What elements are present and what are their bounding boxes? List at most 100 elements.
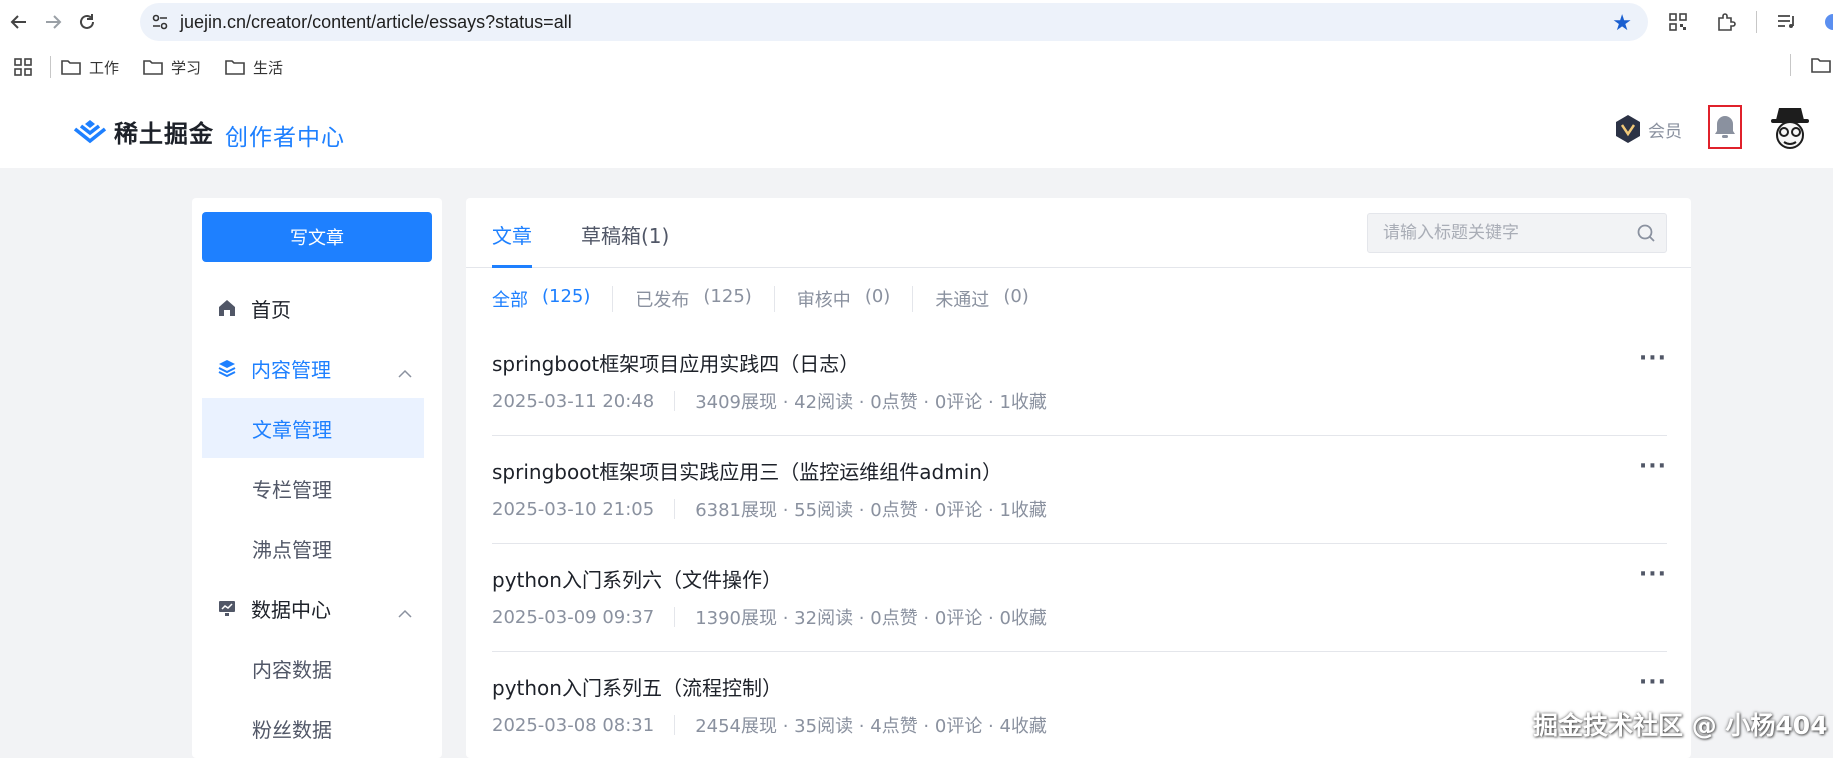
article-row: python入门系列五（流程控制） 2025-03-08 08:31 2454展…	[492, 652, 1667, 758]
forward-button[interactable]	[36, 5, 70, 39]
article-row: python入门系列六（文件操作） 2025-03-09 09:37 1390展…	[492, 544, 1667, 652]
sidebar-group-content-manage[interactable]: 内容管理	[202, 338, 432, 398]
bookmark-label: 生活	[253, 59, 284, 77]
tab-articles[interactable]: 文章	[492, 220, 532, 249]
article-title[interactable]: python入门系列六（文件操作）	[492, 564, 782, 593]
content-tabs: 文章 草稿箱(1)	[466, 198, 1691, 268]
bookmark-folder-work[interactable]: 工作	[61, 57, 119, 78]
sidebar-item-pin-manage[interactable]: 沸点管理	[202, 518, 424, 578]
vip-label: 会员	[1648, 121, 1682, 142]
article-date: 2025-03-09 09:37	[492, 606, 655, 628]
vip-link[interactable]: 会员	[1614, 114, 1682, 144]
reload-button[interactable]	[70, 5, 104, 39]
apps-grid-icon[interactable]	[0, 58, 46, 76]
sidebar-group-data-center[interactable]: 数据中心	[202, 578, 432, 638]
filter-count: (125)	[542, 286, 591, 307]
url-text: juejin.cn/creator/content/article/essays…	[180, 11, 572, 32]
notification-button[interactable]	[1708, 105, 1742, 149]
site-settings-icon[interactable]	[140, 13, 180, 31]
filter-all[interactable]: 全部 (125)	[492, 286, 590, 312]
active-tab-indicator	[492, 265, 532, 268]
article-title[interactable]: springboot框架项目实践应用三（监控运维组件admin）	[492, 456, 1002, 485]
juejin-logo-icon	[73, 119, 107, 143]
filter-divider	[773, 286, 775, 312]
article-stats: 3409展现 · 42阅读 · 0点赞 · 0评论 · 1收藏	[695, 392, 1047, 413]
logo-text: 稀土掘金	[114, 120, 214, 148]
extensions-icon[interactable]	[1702, 12, 1750, 32]
tab-drafts[interactable]: 草稿箱(1)	[581, 220, 669, 249]
back-button[interactable]	[2, 5, 36, 39]
filter-label: 未通过	[935, 290, 990, 311]
article-stats: 6381展现 · 55阅读 · 0点赞 · 0评论 · 1收藏	[695, 500, 1047, 521]
monitor-chart-icon	[217, 598, 239, 618]
address-bar[interactable]: juejin.cn/creator/content/article/essays…	[140, 3, 1648, 41]
title-search	[1367, 213, 1667, 253]
sidebar-item-article-manage[interactable]: 文章管理	[202, 398, 424, 458]
vip-badge-icon	[1616, 115, 1640, 143]
more-options-icon[interactable]: ···	[1639, 454, 1667, 479]
toolbar-divider	[1756, 11, 1757, 33]
chevron-up-icon	[398, 600, 412, 624]
bookmark-star-icon[interactable]: ★	[1612, 11, 1632, 36]
arrow-left-icon	[10, 15, 26, 29]
article-title[interactable]: springboot框架项目应用实践四（日志）	[492, 348, 859, 377]
article-meta: 2025-03-08 08:31 2454展现 · 35阅读 · 4点赞 · 0…	[492, 712, 1047, 738]
sidebar-item-column-manage[interactable]: 专栏管理	[202, 458, 424, 518]
filter-rejected[interactable]: 未通过 (0)	[935, 286, 1029, 312]
folder-icon	[1811, 58, 1831, 73]
search-input[interactable]	[1368, 214, 1618, 252]
search-icon[interactable]	[1636, 223, 1656, 247]
bookmarks-bar: 工作 学习 生活	[0, 44, 1833, 90]
sidebar-item-home[interactable]: 首页	[202, 278, 432, 338]
bell-icon	[1715, 116, 1735, 138]
article-date: 2025-03-11 20:48	[492, 390, 655, 412]
creator-center-title[interactable]: 创作者中心	[225, 118, 345, 152]
media-playlist-icon[interactable]	[1763, 13, 1811, 31]
sidebar-item-content-data[interactable]: 内容数据	[202, 638, 424, 698]
bookmark-folder-life[interactable]: 生活	[225, 57, 283, 78]
juejin-logo[interactable]: 稀土掘金	[72, 114, 214, 149]
more-options-icon[interactable]: ···	[1639, 562, 1667, 587]
bookmark-label: 学习	[171, 59, 202, 77]
more-options-icon[interactable]: ···	[1639, 670, 1667, 695]
browser-actions	[1654, 0, 1833, 44]
article-date: 2025-03-08 08:31	[492, 714, 655, 736]
article-meta: 2025-03-10 21:05 6381展现 · 55阅读 · 0点赞 · 0…	[492, 496, 1047, 522]
folder-icon	[61, 60, 81, 75]
filter-label: 全部	[492, 290, 528, 311]
sidebar-item-fans-data[interactable]: 粉丝数据	[202, 698, 424, 758]
watermark: 掘金技术社区 @ 小杨404	[1533, 711, 1828, 740]
other-bookmarks[interactable]	[1790, 54, 1833, 76]
more-options-icon[interactable]: ···	[1639, 346, 1667, 371]
filter-reviewing[interactable]: 审核中 (0)	[797, 286, 891, 312]
article-manage-panel: 文章 草稿箱(1) 全部 (125) 已发布 (125) 审核中 (0) 未通过…	[466, 198, 1691, 758]
article-date: 2025-03-10 21:05	[492, 498, 655, 520]
bookmark-label: 工作	[89, 59, 120, 77]
meta-divider	[674, 715, 676, 735]
article-stats: 1390展现 · 32阅读 · 0点赞 · 0评论 · 0收藏	[695, 608, 1047, 629]
filter-divider	[912, 286, 914, 312]
article-meta: 2025-03-09 09:37 1390展现 · 32阅读 · 0点赞 · 0…	[492, 604, 1047, 630]
filter-count: (125)	[703, 286, 752, 307]
site-header: 稀土掘金 创作者中心 会员	[0, 90, 1833, 168]
qr-code-icon[interactable]	[1654, 13, 1702, 31]
user-avatar[interactable]	[1768, 104, 1812, 152]
sidebar-group-label: 内容管理	[251, 357, 331, 382]
write-article-button[interactable]: 写文章	[202, 212, 432, 262]
filter-count: (0)	[1003, 286, 1029, 307]
status-filters: 全部 (125) 已发布 (125) 审核中 (0) 未通过 (0)	[492, 286, 1029, 312]
bookmark-folder-study[interactable]: 学习	[143, 57, 201, 78]
filter-divider	[612, 286, 614, 312]
filter-label: 已发布	[635, 290, 690, 311]
reload-icon	[80, 14, 94, 29]
filter-count: (0)	[864, 286, 891, 307]
home-icon	[217, 298, 239, 318]
meta-divider	[674, 391, 676, 411]
article-title[interactable]: python入门系列五（流程控制）	[492, 672, 782, 701]
layers-icon	[217, 358, 239, 378]
filter-published[interactable]: 已发布 (125)	[635, 286, 751, 312]
article-row: springboot框架项目实践应用三（监控运维组件admin） 2025-03…	[492, 436, 1667, 544]
profile-icon[interactable]	[1811, 13, 1833, 31]
folder-icon	[143, 60, 163, 75]
chevron-up-icon	[398, 360, 412, 384]
